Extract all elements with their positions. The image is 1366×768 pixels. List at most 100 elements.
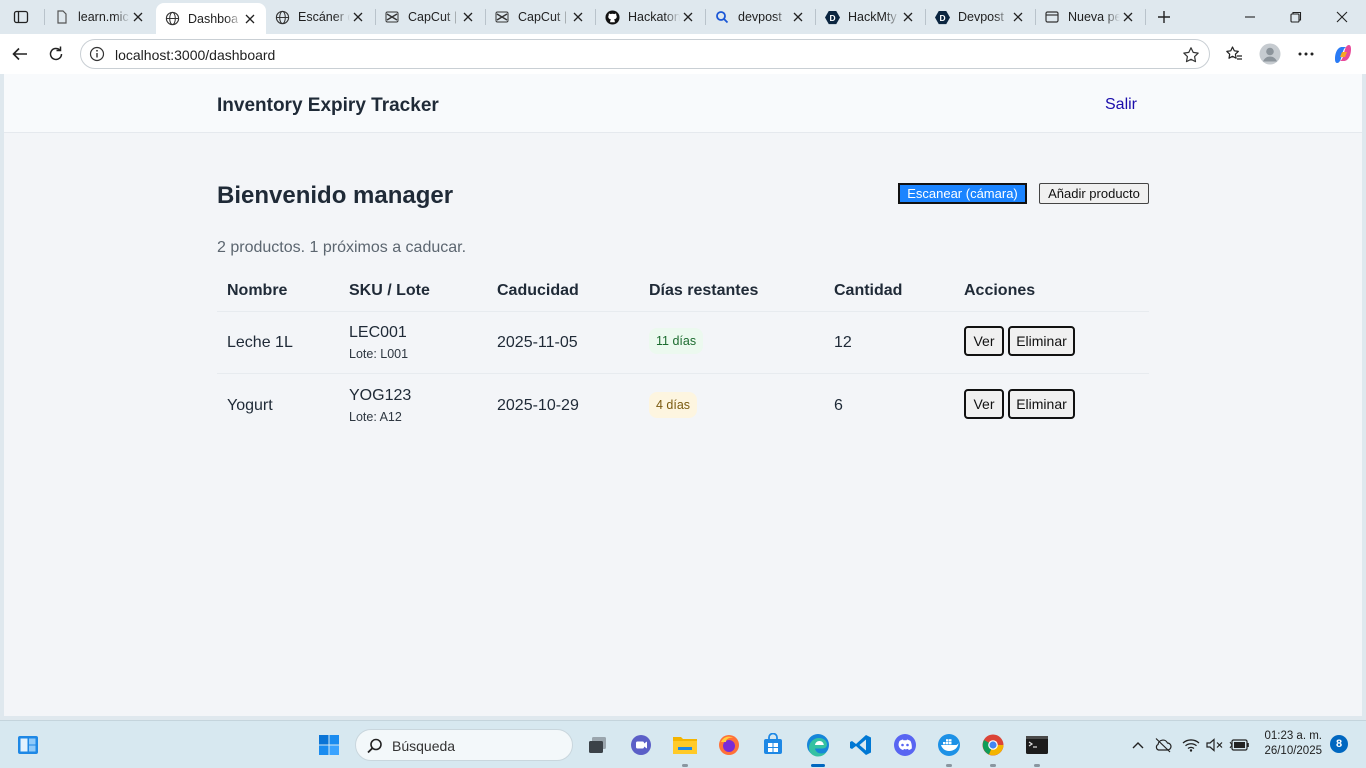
store-icon[interactable] — [757, 729, 789, 761]
tab-escaner[interactable]: Escáner d — [266, 3, 374, 31]
globe-icon — [164, 11, 180, 27]
edge-browser-icon[interactable] — [802, 729, 834, 767]
widgets-icon[interactable] — [12, 729, 44, 761]
taskbar-search[interactable]: Búsqueda — [355, 729, 573, 761]
close-icon[interactable] — [1120, 9, 1136, 25]
running-indicator — [1034, 764, 1040, 767]
delete-button[interactable]: Eliminar — [1008, 389, 1075, 419]
tab-hackmty[interactable]: D HackMty — [816, 3, 924, 31]
product-quantity: 12 — [834, 334, 852, 351]
tab-title: learn.mic — [78, 10, 129, 24]
minimize-icon[interactable] — [1227, 4, 1273, 30]
star-favorite-icon[interactable] — [1182, 46, 1200, 64]
search-placeholder: Búsqueda — [392, 738, 456, 754]
terminal-icon[interactable] — [1021, 729, 1053, 767]
close-icon[interactable] — [242, 11, 258, 27]
tab-devpost[interactable]: D Devpost — [926, 3, 1034, 31]
close-icon[interactable] — [680, 9, 696, 25]
file-explorer-icon[interactable] — [669, 729, 701, 767]
new-tab-icon[interactable] — [1152, 5, 1176, 29]
close-icon[interactable] — [130, 9, 146, 25]
chrome-icon[interactable] — [977, 729, 1009, 767]
github-icon — [604, 9, 620, 25]
search-icon — [366, 737, 384, 755]
docker-icon[interactable] — [933, 729, 965, 767]
info-icon[interactable] — [89, 46, 105, 62]
globe-icon — [274, 9, 290, 25]
close-icon[interactable] — [1010, 9, 1026, 25]
notification-badge[interactable]: 8 — [1330, 735, 1348, 753]
browser-toolbar: localhost:3000/dashboard — [0, 34, 1366, 74]
product-lot: Lote: L001 — [349, 347, 409, 361]
close-icon[interactable] — [460, 9, 476, 25]
firefox-icon[interactable] — [713, 729, 745, 761]
favorites-icon[interactable] — [1221, 41, 1247, 67]
copilot-icon[interactable] — [1330, 41, 1356, 67]
tab-title: Hackaton — [628, 10, 680, 24]
running-indicator — [682, 764, 688, 767]
clock-date: 26/10/2025 — [1264, 745, 1322, 757]
search-icon — [714, 9, 730, 25]
chevron-up-icon[interactable] — [1128, 735, 1148, 755]
page-title: Bienvenido manager — [217, 182, 454, 209]
svg-text:D: D — [939, 12, 945, 22]
close-icon[interactable] — [790, 9, 806, 25]
more-options-icon[interactable] — [1293, 41, 1319, 67]
product-lot: Lote: A12 — [349, 410, 402, 424]
url-text: localhost:3000/dashboard — [115, 47, 276, 63]
profile-avatar-icon[interactable] — [1257, 41, 1283, 67]
wifi-icon[interactable] — [1181, 735, 1201, 755]
tab-title: Dashboa — [188, 11, 239, 26]
task-view-icon[interactable] — [582, 729, 614, 761]
tab-title: CapCut | — [518, 10, 568, 24]
discord-icon[interactable] — [889, 729, 921, 761]
newtab-icon — [1044, 9, 1060, 25]
product-expiry: 2025-11-05 — [497, 334, 578, 351]
capcut-icon — [494, 9, 510, 25]
tab-actions-icon[interactable] — [8, 5, 34, 29]
tab-capcut-1[interactable]: CapCut | — [376, 3, 484, 31]
tab-nueva[interactable]: Nueva pe — [1036, 3, 1144, 31]
vscode-icon[interactable] — [845, 729, 877, 761]
battery-icon[interactable] — [1229, 735, 1249, 755]
cloud-offline-icon[interactable] — [1153, 735, 1173, 755]
close-icon[interactable] — [350, 9, 366, 25]
delete-button[interactable]: Eliminar — [1008, 326, 1075, 356]
refresh-icon[interactable] — [42, 40, 70, 68]
tab-title: devpost — [738, 10, 782, 24]
teams-chat-icon[interactable] — [625, 729, 657, 761]
volume-muted-icon[interactable] — [1205, 735, 1225, 755]
tab-dashboard[interactable]: Dashboa — [156, 3, 266, 34]
close-window-icon[interactable] — [1319, 4, 1365, 30]
add-product-button[interactable]: Añadir producto — [1039, 183, 1149, 204]
start-windows-icon[interactable] — [313, 729, 345, 761]
app-header: Inventory Expiry Tracker Salir — [4, 74, 1362, 133]
tab-devpost-search[interactable]: devpost — [706, 3, 814, 31]
inventory-summary: 2 productos. 1 próximos a caducar. — [217, 239, 467, 256]
view-button[interactable]: Ver — [964, 326, 1004, 356]
product-name: Leche 1L — [227, 334, 293, 351]
close-icon[interactable] — [900, 9, 916, 25]
close-icon[interactable] — [570, 9, 586, 25]
tab-hackaton[interactable]: Hackaton — [596, 3, 704, 31]
svg-text:D: D — [829, 12, 835, 22]
running-indicator — [990, 764, 996, 767]
restore-icon[interactable] — [1273, 4, 1319, 30]
back-arrow-icon[interactable] — [6, 40, 34, 68]
view-button[interactable]: Ver — [964, 389, 1004, 419]
tab-capcut-2[interactable]: CapCut | — [486, 3, 594, 31]
address-bar[interactable]: localhost:3000/dashboard — [80, 39, 1210, 69]
product-quantity: 6 — [834, 397, 843, 414]
capcut-icon — [384, 9, 400, 25]
product-sku: YOG123 — [349, 387, 412, 404]
page-viewport: Inventory Expiry Tracker Salir Bienvenid… — [4, 74, 1362, 716]
tab-learn[interactable]: learn.mic — [46, 3, 154, 31]
system-clock[interactable]: 01:23 a. m. 26/10/2025 — [1256, 729, 1322, 759]
days-left-badge: 11 días — [649, 328, 704, 354]
tab-separator — [44, 9, 45, 25]
running-indicator — [946, 764, 952, 767]
logout-link[interactable]: Salir — [1105, 96, 1137, 114]
scan-camera-button[interactable]: Escanear (cámara) — [898, 183, 1027, 204]
product-name: Yogurt — [227, 397, 273, 414]
browser-tab-strip: learn.mic Dashboa Escáner d CapCut | Cap… — [0, 0, 1366, 34]
